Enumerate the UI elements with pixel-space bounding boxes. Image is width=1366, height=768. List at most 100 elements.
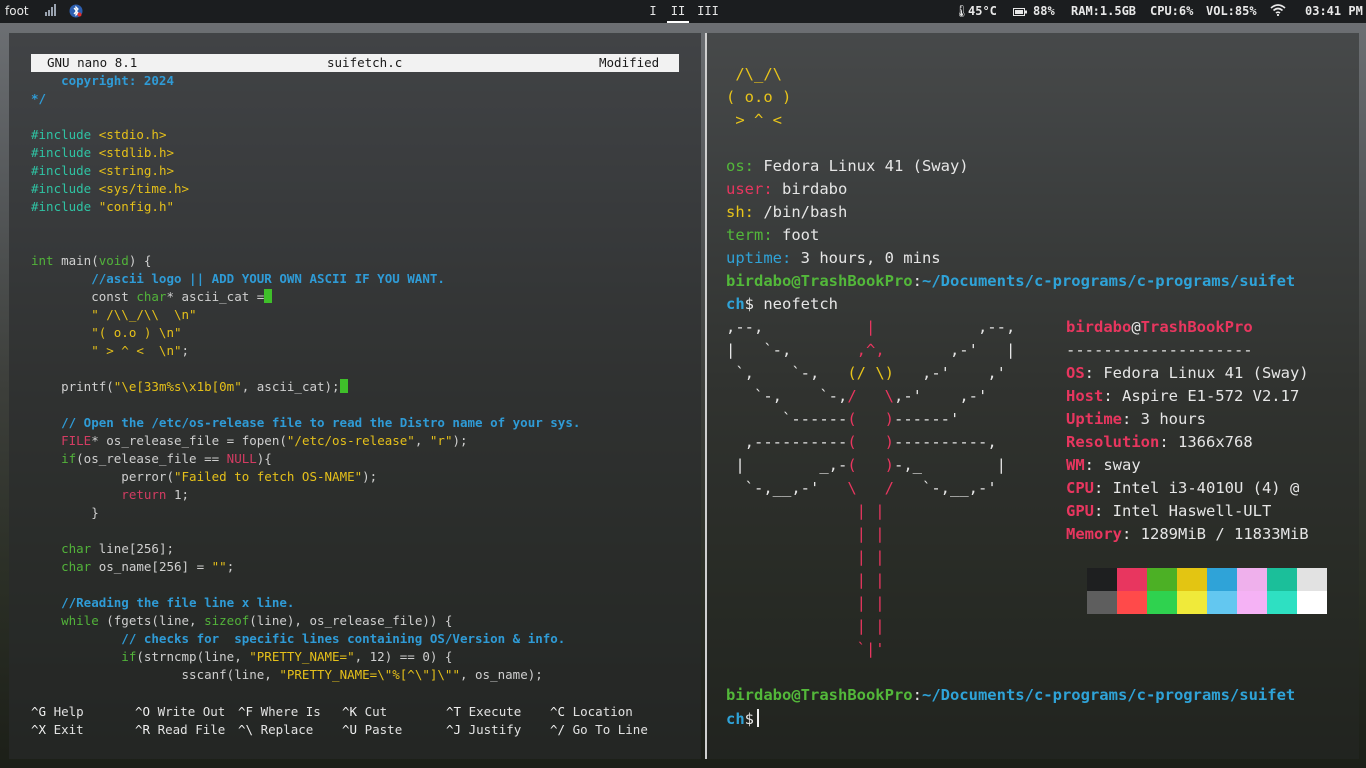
palette-swatch bbox=[1117, 591, 1147, 614]
workspace-1-button[interactable]: I bbox=[643, 0, 663, 23]
cpu-readout: CPU:6% bbox=[1150, 4, 1194, 18]
code-token: char bbox=[136, 289, 167, 304]
code-token: "( o.o ) \n" bbox=[31, 325, 182, 340]
shortcut-where-is[interactable]: ^F Where Is bbox=[238, 703, 321, 721]
shortcut-label: Location bbox=[565, 704, 633, 719]
neofetch-key: CPU bbox=[1066, 479, 1094, 497]
code-token: ; bbox=[181, 343, 190, 358]
shortcut-exit[interactable]: ^X Exit bbox=[31, 721, 84, 739]
shortcut-replace[interactable]: ^\ Replace bbox=[238, 721, 313, 739]
code-token: */ bbox=[31, 91, 47, 106]
code-line: #include "config.h" bbox=[31, 198, 580, 216]
code-token: <stdlib.h> bbox=[98, 145, 174, 160]
nano-filename: suifetch.c bbox=[327, 55, 403, 70]
code-token: main( bbox=[53, 253, 99, 268]
neofetch-key: Host bbox=[1066, 387, 1104, 405]
shortcut-label: Help bbox=[46, 704, 84, 719]
code-line: return 1; bbox=[31, 486, 580, 504]
shortcut-label: Go To Line bbox=[565, 722, 648, 737]
shortcut-key: ^G bbox=[31, 704, 47, 719]
shortcut-label: Where Is bbox=[253, 704, 321, 719]
nano-modified-status: Modified bbox=[599, 55, 660, 70]
code-line: const char* ascii_cat = bbox=[31, 288, 580, 306]
palette-swatch bbox=[1297, 568, 1327, 591]
ascii-cat-line: > ^ < bbox=[726, 111, 782, 129]
suifetch-value: birdabo bbox=[772, 180, 848, 198]
ascii-cat-line: /\_/\ bbox=[726, 65, 782, 83]
shortcut-go-to-line[interactable]: ^/ Go To Line bbox=[550, 721, 648, 739]
code-token: , 12) == 0) { bbox=[354, 649, 453, 664]
code-token: , os_name); bbox=[459, 667, 543, 682]
shortcut-label: Cut bbox=[357, 704, 388, 719]
thermometer-icon: 🌡 bbox=[954, 4, 970, 18]
workspace-2-button[interactable]: II bbox=[667, 0, 689, 23]
shortcut-write-out[interactable]: ^O Write Out bbox=[135, 703, 225, 721]
prompt-path: ~/Documents/c-programs/c-programs/suifet bbox=[921, 272, 1296, 290]
code-token: while bbox=[31, 613, 99, 628]
shortcut-label: Justify bbox=[461, 722, 522, 737]
code-token: #include bbox=[31, 181, 99, 196]
code-editor-area[interactable]: copyright: 2024 */ #include <stdio.h> #inc… bbox=[31, 72, 580, 684]
shortcut-justify[interactable]: ^J Justify bbox=[446, 721, 521, 739]
top-bar: foot I II III 🌡 45°C 88% RAM:1.5GB CPU:6… bbox=[0, 0, 1366, 23]
neofetch-row: CPU: Intel i3-4010U (4) @ bbox=[1066, 479, 1299, 497]
neofetch-row: Memory: 1289MiB / 11833MiB bbox=[1066, 525, 1309, 543]
bluetooth-icon[interactable] bbox=[69, 4, 83, 21]
network-signal-icon[interactable] bbox=[44, 4, 58, 19]
palette-swatch bbox=[1177, 591, 1207, 614]
code-token: FILE bbox=[31, 433, 92, 448]
terminal-window[interactable]: /\_/\ ( o.o ) > ^ < os: Fedora Linux 41 … bbox=[705, 33, 1359, 759]
workspace-3-button[interactable]: III bbox=[695, 0, 721, 23]
code-token: (fgets(line, bbox=[98, 613, 205, 628]
suifetch-row: uptime: 3 hours, 0 mins bbox=[726, 249, 941, 267]
shortcut-key: ^/ bbox=[550, 722, 566, 737]
clock[interactable]: 03:41 PM bbox=[1305, 0, 1363, 23]
code-token: "/etc/os-release" bbox=[286, 433, 415, 448]
code-token: "r" bbox=[429, 433, 453, 448]
code-token: void bbox=[98, 253, 129, 268]
neofetch-separator: -------------------- bbox=[1066, 341, 1253, 359]
palette-swatch bbox=[1207, 591, 1237, 614]
prompt-path-cont: ch bbox=[726, 295, 745, 313]
shortcut-read-file[interactable]: ^R Read File bbox=[135, 721, 225, 739]
shell-prompt: birdabo@TrashBookPro:~/Documents/c-progr… bbox=[726, 272, 1296, 290]
battery-icon bbox=[1013, 0, 1027, 23]
palette-swatch bbox=[1117, 568, 1147, 591]
palette-swatch bbox=[1177, 568, 1207, 591]
code-token: NULL bbox=[226, 451, 257, 466]
code-token: return bbox=[31, 487, 167, 502]
nano-editor-window[interactable]: GNU nano 8.1 suifetch.c Modified copyrig… bbox=[9, 33, 701, 759]
shortcut-label: Exit bbox=[46, 722, 84, 737]
neofetch-row: Resolution: 1366x768 bbox=[1066, 433, 1253, 451]
neofetch-key: WM bbox=[1066, 456, 1085, 474]
shortcut-label: Read File bbox=[150, 722, 226, 737]
code-token: #include bbox=[31, 127, 99, 142]
neofetch-value: : 1289MiB / 11833MiB bbox=[1122, 525, 1309, 543]
code-line: // checks for specific lines containing … bbox=[31, 630, 580, 648]
shortcut-paste[interactable]: ^U Paste bbox=[342, 721, 402, 739]
prompt-user-host: birdabo@TrashBookPro bbox=[726, 272, 913, 290]
code-token: perror( bbox=[31, 469, 174, 484]
palette-swatch bbox=[1267, 568, 1297, 591]
code-token: #include bbox=[31, 163, 99, 178]
shell-input-line[interactable]: ch$ bbox=[726, 709, 760, 728]
code-token: ) { bbox=[128, 253, 152, 268]
neofetch-row: Uptime: 3 hours bbox=[1066, 410, 1206, 428]
volume-readout[interactable]: VOL:85% bbox=[1206, 0, 1257, 23]
code-line: #include <stdlib.h> bbox=[31, 144, 580, 162]
shortcut-cut[interactable]: ^K Cut bbox=[342, 703, 387, 721]
palette-swatch bbox=[1147, 568, 1177, 591]
code-line: perror("Failed to fetch OS-NAME"); bbox=[31, 468, 580, 486]
shortcut-label: Execute bbox=[461, 704, 522, 719]
shortcut-help[interactable]: ^G Help bbox=[31, 703, 84, 721]
shortcut-execute[interactable]: ^T Execute bbox=[446, 703, 521, 721]
shortcut-location[interactable]: ^C Location bbox=[550, 703, 633, 721]
wifi-icon[interactable] bbox=[1270, 0, 1286, 23]
code-line: #include <stdio.h> bbox=[31, 126, 580, 144]
code-line: // Open the /etc/os-release file to read… bbox=[31, 414, 580, 432]
suifetch-value: foot bbox=[772, 226, 820, 244]
palette-swatch bbox=[1087, 591, 1117, 614]
code-token: * os_release_file = fopen( bbox=[91, 433, 287, 448]
